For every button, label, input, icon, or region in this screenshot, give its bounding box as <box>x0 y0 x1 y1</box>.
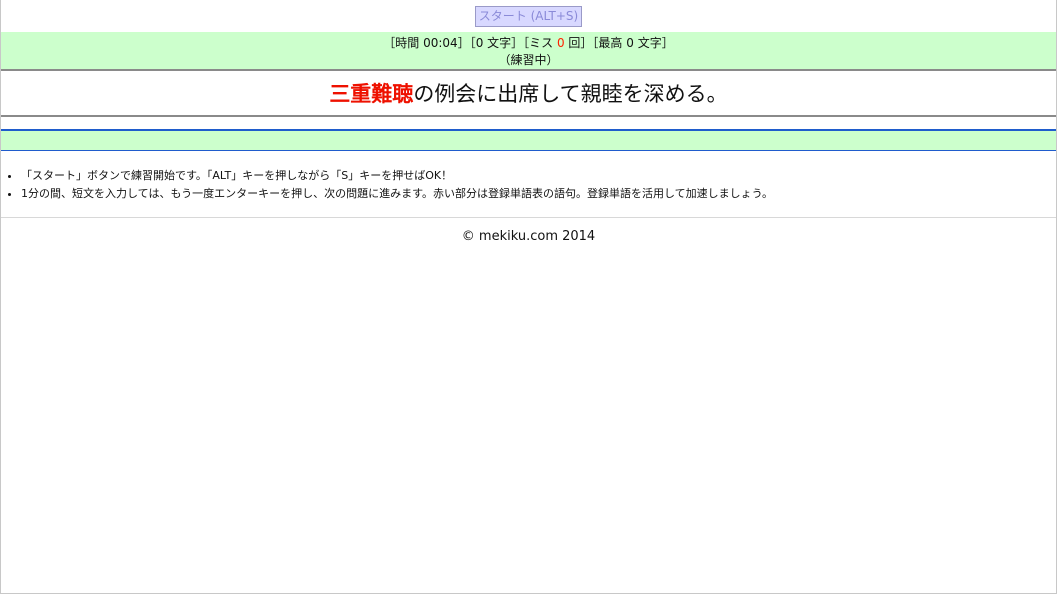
start-button[interactable]: スタート (ALT+S) <box>474 6 583 27</box>
registered-word-highlight: 三重難聴 <box>329 82 414 106</box>
chars-and-miss-label: ］［0 文字］［ミス <box>457 36 557 50</box>
toolbar: スタート (ALT+S) <box>1 0 1056 32</box>
best-score-label: 回］［最高 0 文字］ <box>564 36 674 50</box>
miss-count: 0 <box>556 36 565 50</box>
sentence-text: の例会に出席して親睦を深める。 <box>413 82 728 106</box>
time-value: 00:04 <box>423 36 458 50</box>
instructions-list: 「スタート」ボタンで練習開始です。「ALT」キーを押しながら「S」キーを押せばO… <box>1 151 1056 203</box>
status-line: ［時間 00:04］［0 文字］［ミス 0 回］［最高 0 文字］ <box>1 35 1056 52</box>
instruction-item: 1分の間、短文を入力しては、もう一度エンターキーを押し、次の問題に進みます。赤い… <box>21 185 1056 203</box>
status-panel: ［時間 00:04］［0 文字］［ミス 0 回］［最高 0 文字］ （練習中） <box>1 32 1056 71</box>
typing-input-area[interactable] <box>1 131 1056 151</box>
mode-label: （練習中） <box>498 53 559 67</box>
time-label: ［時間 <box>383 36 424 50</box>
footer-divider <box>1 217 1056 218</box>
instruction-item: 「スタート」ボタンで練習開始です。「ALT」キーを押しながら「S」キーを押せばO… <box>21 167 1056 185</box>
typing-practice-page: スタート (ALT+S) ［時間 00:04］［0 文字］［ミス 0 回］［最高… <box>0 0 1057 594</box>
practice-sentence: 三重難聴 の例会に出席して親睦を深める。 <box>1 71 1056 117</box>
copyright-text: © mekiku.com 2014 <box>461 229 596 244</box>
input-spacer <box>1 117 1056 131</box>
